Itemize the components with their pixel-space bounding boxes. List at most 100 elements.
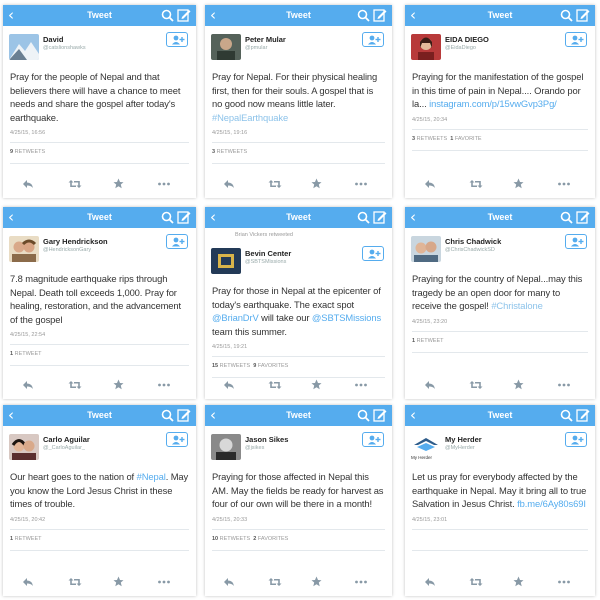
stat-count[interactable]: 1: [412, 338, 415, 344]
favorite-icon[interactable]: [113, 176, 124, 189]
more-icon[interactable]: [557, 574, 571, 584]
search-icon[interactable]: [161, 409, 174, 422]
search-icon[interactable]: [357, 409, 370, 422]
favorite-icon[interactable]: [311, 176, 322, 189]
compose-icon[interactable]: [373, 408, 387, 422]
reply-icon[interactable]: [223, 574, 235, 586]
stat-count[interactable]: 3: [212, 149, 215, 155]
user-name[interactable]: Jason Sikes: [245, 435, 288, 444]
user-handle[interactable]: @_CarloAguilar_: [43, 445, 85, 451]
user-name[interactable]: Chris Chadwick: [445, 237, 501, 246]
more-icon[interactable]: [557, 377, 571, 387]
favorite-icon[interactable]: [513, 574, 524, 587]
stat-label[interactable]: FAVORITES: [258, 363, 288, 369]
retweet-icon[interactable]: [469, 176, 483, 188]
stat-count[interactable]: 10: [212, 536, 218, 542]
search-icon[interactable]: [161, 211, 174, 224]
compose-icon[interactable]: [576, 8, 590, 22]
stat-count[interactable]: 3: [412, 136, 415, 142]
stat-count[interactable]: 9: [253, 363, 256, 369]
stat-count[interactable]: 2: [253, 536, 256, 542]
favorite-icon[interactable]: [513, 377, 524, 390]
stat-count[interactable]: 15: [212, 363, 218, 369]
avatar[interactable]: [9, 236, 39, 262]
follow-button[interactable]: [166, 32, 188, 47]
favorite-icon[interactable]: [311, 377, 322, 390]
tweet-link[interactable]: fb.me/6Ay80s69I: [517, 498, 586, 509]
back-icon[interactable]: ‹: [8, 6, 14, 25]
avatar[interactable]: [9, 34, 39, 60]
tweet-link[interactable]: @SBTSMissions: [312, 312, 381, 323]
back-icon[interactable]: ‹: [210, 406, 216, 425]
back-icon[interactable]: ‹: [210, 6, 216, 25]
retweet-icon[interactable]: [268, 574, 282, 586]
user-handle[interactable]: @pmular: [245, 45, 267, 51]
search-icon[interactable]: [560, 409, 573, 422]
reply-icon[interactable]: [22, 574, 34, 586]
retweet-icon[interactable]: [268, 377, 282, 389]
retweet-icon[interactable]: [469, 574, 483, 586]
back-icon[interactable]: ‹: [8, 406, 14, 425]
tweet-link[interactable]: @BrianDrV: [212, 312, 259, 323]
stat-label[interactable]: FAVORITE: [455, 136, 482, 142]
avatar[interactable]: [9, 434, 39, 460]
user-name[interactable]: David: [43, 35, 63, 44]
favorite-icon[interactable]: [311, 574, 322, 587]
retweet-icon[interactable]: [268, 176, 282, 188]
stat-label[interactable]: RETWEET: [417, 338, 444, 344]
user-name[interactable]: EIDA DIEGO: [445, 35, 489, 44]
user-handle[interactable]: @EidaDiego: [445, 45, 476, 51]
stat-count[interactable]: 1: [450, 136, 453, 142]
follow-button[interactable]: [565, 234, 587, 249]
retweet-icon[interactable]: [68, 176, 82, 188]
user-handle[interactable]: @ChrisChadwickSD: [445, 247, 495, 253]
more-icon[interactable]: [157, 377, 171, 387]
user-handle[interactable]: @jsikes: [245, 445, 264, 451]
compose-icon[interactable]: [576, 210, 590, 224]
stat-label[interactable]: RETWEETS: [15, 149, 46, 155]
follow-button[interactable]: [565, 32, 587, 47]
search-icon[interactable]: [560, 9, 573, 22]
stat-label[interactable]: RETWEET: [15, 536, 42, 542]
user-handle[interactable]: @MyHerder: [445, 445, 475, 451]
stat-count[interactable]: 1: [10, 351, 13, 357]
hashtag-link[interactable]: #Christalone: [491, 300, 543, 311]
user-name[interactable]: Bevin Center: [245, 249, 291, 258]
favorite-icon[interactable]: [113, 377, 124, 390]
reply-icon[interactable]: [22, 176, 34, 188]
favorite-icon[interactable]: [513, 176, 524, 189]
more-icon[interactable]: [354, 377, 368, 387]
stat-count[interactable]: 1: [10, 536, 13, 542]
back-icon[interactable]: ‹: [410, 6, 416, 25]
avatar[interactable]: [211, 34, 241, 60]
avatar[interactable]: [211, 248, 241, 274]
search-icon[interactable]: [161, 9, 174, 22]
stat-label[interactable]: FAVORITES: [258, 536, 288, 542]
more-icon[interactable]: [354, 176, 368, 186]
avatar[interactable]: [211, 434, 241, 460]
hashtag-link[interactable]: #NepalEarthquake: [212, 112, 288, 123]
tweet-link[interactable]: instagram.com/p/15vwGvp3Pg/: [429, 98, 557, 109]
user-handle[interactable]: @HendricksonGary: [43, 247, 91, 253]
compose-icon[interactable]: [177, 408, 191, 422]
compose-icon[interactable]: [373, 210, 387, 224]
user-handle[interactable]: @SBTSMissions: [245, 259, 286, 265]
user-name[interactable]: My Herder: [445, 435, 482, 444]
reply-icon[interactable]: [22, 377, 34, 389]
compose-icon[interactable]: [576, 408, 590, 422]
follow-button[interactable]: [362, 246, 384, 261]
stat-label[interactable]: RETWEETS: [217, 149, 248, 155]
follow-button[interactable]: [362, 432, 384, 447]
retweet-icon[interactable]: [68, 574, 82, 586]
more-icon[interactable]: [157, 176, 171, 186]
stat-label[interactable]: RETWEET: [15, 351, 42, 357]
search-icon[interactable]: [357, 211, 370, 224]
stat-count[interactable]: 9: [10, 149, 13, 155]
search-icon[interactable]: [357, 9, 370, 22]
reply-icon[interactable]: [223, 176, 235, 188]
back-icon[interactable]: ‹: [410, 208, 416, 227]
user-handle[interactable]: @catslionshawks: [43, 45, 86, 51]
follow-button[interactable]: [565, 432, 587, 447]
more-icon[interactable]: [354, 574, 368, 584]
reply-icon[interactable]: [424, 176, 436, 188]
